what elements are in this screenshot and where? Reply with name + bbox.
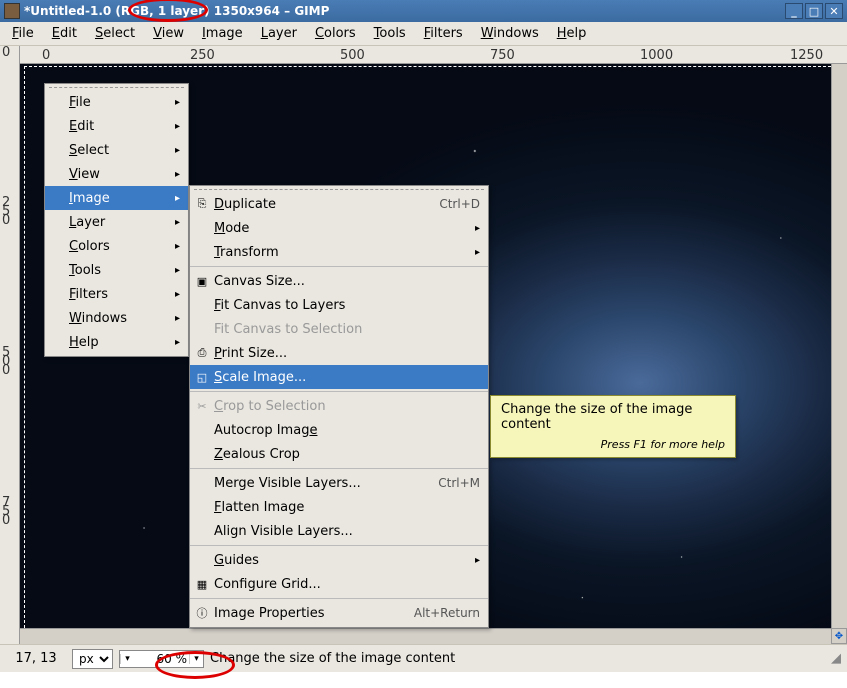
statusbar: 17, 13 px ▾ ▾ Change the size of the ima… <box>0 644 847 672</box>
ctx-file[interactable]: File▸ <box>45 90 188 114</box>
vertical-scrollbar[interactable] <box>831 64 847 628</box>
configure-grid--icon: ▦ <box>194 576 210 592</box>
horizontal-scrollbar[interactable] <box>20 628 831 644</box>
ctx-edit[interactable]: Edit▸ <box>45 114 188 138</box>
zoom-down-icon[interactable]: ▾ <box>120 654 134 664</box>
vertical-ruler: 02 5 05 0 07 5 0 <box>0 46 20 644</box>
menu-file[interactable]: File <box>4 24 42 43</box>
close-button[interactable]: ✕ <box>825 3 843 19</box>
window-buttons: _ □ ✕ <box>785 3 843 19</box>
img-configure-grid-[interactable]: ▦Configure Grid... <box>190 572 488 596</box>
ctx-image[interactable]: Image▸ <box>45 186 188 210</box>
img-fit-canvas-to-layers[interactable]: Fit Canvas to Layers <box>190 293 488 317</box>
img-autocrop-image[interactable]: Autocrop Image <box>190 418 488 442</box>
img-crop-to-selection: ✂Crop to Selection <box>190 394 488 418</box>
crop-to-selection-icon: ✂ <box>194 398 210 414</box>
horizontal-ruler: 025050075010001250 <box>20 46 847 64</box>
image-submenu: ⎘DuplicateCtrl+DMode▸Transform▸ ▣Canvas S… <box>189 185 489 628</box>
img-guides[interactable]: Guides▸ <box>190 548 488 572</box>
scale-image--icon: ◱ <box>194 369 210 385</box>
ctx-tools[interactable]: Tools▸ <box>45 258 188 282</box>
img-merge-visible-layers-[interactable]: Merge Visible Layers...Ctrl+M <box>190 471 488 495</box>
cursor-coords: 17, 13 <box>6 651 66 666</box>
menubar: FileEditSelectViewImageLayerColorsToolsF… <box>0 22 847 46</box>
ctx-help[interactable]: Help▸ <box>45 330 188 354</box>
img-scale-image-[interactable]: ◱Scale Image... <box>190 365 488 389</box>
ctx-layer[interactable]: Layer▸ <box>45 210 188 234</box>
img-fit-canvas-to-selection: Fit Canvas to Selection <box>190 317 488 341</box>
img-canvas-size-[interactable]: ▣Canvas Size... <box>190 269 488 293</box>
menu-help[interactable]: Help <box>549 24 595 43</box>
tooltip-help: Press F1 for more help <box>501 438 725 451</box>
ctx-select[interactable]: Select▸ <box>45 138 188 162</box>
navigation-button[interactable]: ✥ <box>831 628 847 644</box>
ctx-windows[interactable]: Windows▸ <box>45 306 188 330</box>
image-properties-icon: ⓘ <box>194 605 210 621</box>
ctx-colors[interactable]: Colors▸ <box>45 234 188 258</box>
menu-windows[interactable]: Windows <box>473 24 547 43</box>
menu-view[interactable]: View <box>145 24 192 43</box>
menu-layer[interactable]: Layer <box>253 24 305 43</box>
unit-select[interactable]: px <box>72 649 113 669</box>
zoom-dropdown-icon[interactable]: ▾ <box>189 654 203 664</box>
img-transform[interactable]: Transform▸ <box>190 240 488 264</box>
app-icon <box>4 3 20 19</box>
minimize-button[interactable]: _ <box>785 3 803 19</box>
window-title: *Untitled-1.0 (RGB, 1 layer) 1350x964 – … <box>24 4 785 18</box>
maximize-button[interactable]: □ <box>805 3 823 19</box>
context-menu: File▸Edit▸Select▸View▸Image▸Layer▸Colors… <box>44 83 189 357</box>
resize-grip-icon[interactable]: ◢ <box>831 651 841 666</box>
img-zealous-crop[interactable]: Zealous Crop <box>190 442 488 466</box>
img-flatten-image[interactable]: Flatten Image <box>190 495 488 519</box>
img-align-visible-layers-[interactable]: Align Visible Layers... <box>190 519 488 543</box>
titlebar: *Untitled-1.0 (RGB, 1 layer) 1350x964 – … <box>0 0 847 22</box>
menu-image[interactable]: Image <box>194 24 251 43</box>
duplicate-icon: ⎘ <box>194 196 210 212</box>
img-image-properties[interactable]: ⓘImage PropertiesAlt+Return <box>190 601 488 625</box>
menu-edit[interactable]: Edit <box>44 24 85 43</box>
menu-colors[interactable]: Colors <box>307 24 364 43</box>
zoom-input[interactable] <box>134 651 189 667</box>
img-duplicate[interactable]: ⎘DuplicateCtrl+D <box>190 192 488 216</box>
ctx-filters[interactable]: Filters▸ <box>45 282 188 306</box>
zoom-control[interactable]: ▾ ▾ <box>119 650 204 668</box>
canvas-size--icon: ▣ <box>194 273 210 289</box>
menu-select[interactable]: Select <box>87 24 143 43</box>
status-hint: Change the size of the image content <box>210 651 825 666</box>
ctx-view[interactable]: View▸ <box>45 162 188 186</box>
img-print-size-[interactable]: ⎙Print Size... <box>190 341 488 365</box>
print-size--icon: ⎙ <box>194 345 210 361</box>
tooltip: Change the size of the image content Pre… <box>490 395 736 458</box>
img-mode[interactable]: Mode▸ <box>190 216 488 240</box>
tooltip-text: Change the size of the image content <box>501 402 725 432</box>
menu-filters[interactable]: Filters <box>416 24 471 43</box>
menu-tools[interactable]: Tools <box>366 24 414 43</box>
